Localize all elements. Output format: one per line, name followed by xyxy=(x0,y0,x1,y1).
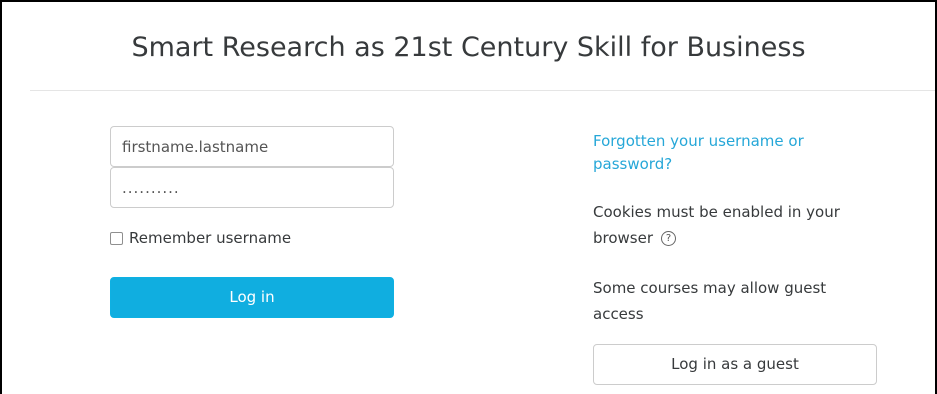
remember-username-row[interactable]: Remember username xyxy=(110,229,291,247)
cookies-notice-text: Cookies must be enabled in your browser xyxy=(593,203,840,247)
guest-login-button[interactable]: Log in as a guest xyxy=(593,344,877,385)
login-button[interactable]: Log in xyxy=(110,277,394,318)
forgot-password-link[interactable]: Forgotten your username or password? xyxy=(593,130,853,176)
page-title: Smart Research as 21st Century Skill for… xyxy=(131,32,806,63)
login-panel: Smart Research as 21st Century Skill for… xyxy=(0,0,937,394)
username-field[interactable] xyxy=(110,126,394,167)
title-divider xyxy=(30,90,935,91)
password-field[interactable] xyxy=(110,167,394,208)
remember-username-checkbox[interactable] xyxy=(110,231,123,245)
remember-username-label: Remember username xyxy=(129,229,292,247)
guest-access-notice: Some courses may allow guest access xyxy=(593,279,827,323)
cookies-notice: Cookies must be enabled in your browser? xyxy=(593,199,868,251)
help-icon[interactable]: ? xyxy=(661,231,677,246)
